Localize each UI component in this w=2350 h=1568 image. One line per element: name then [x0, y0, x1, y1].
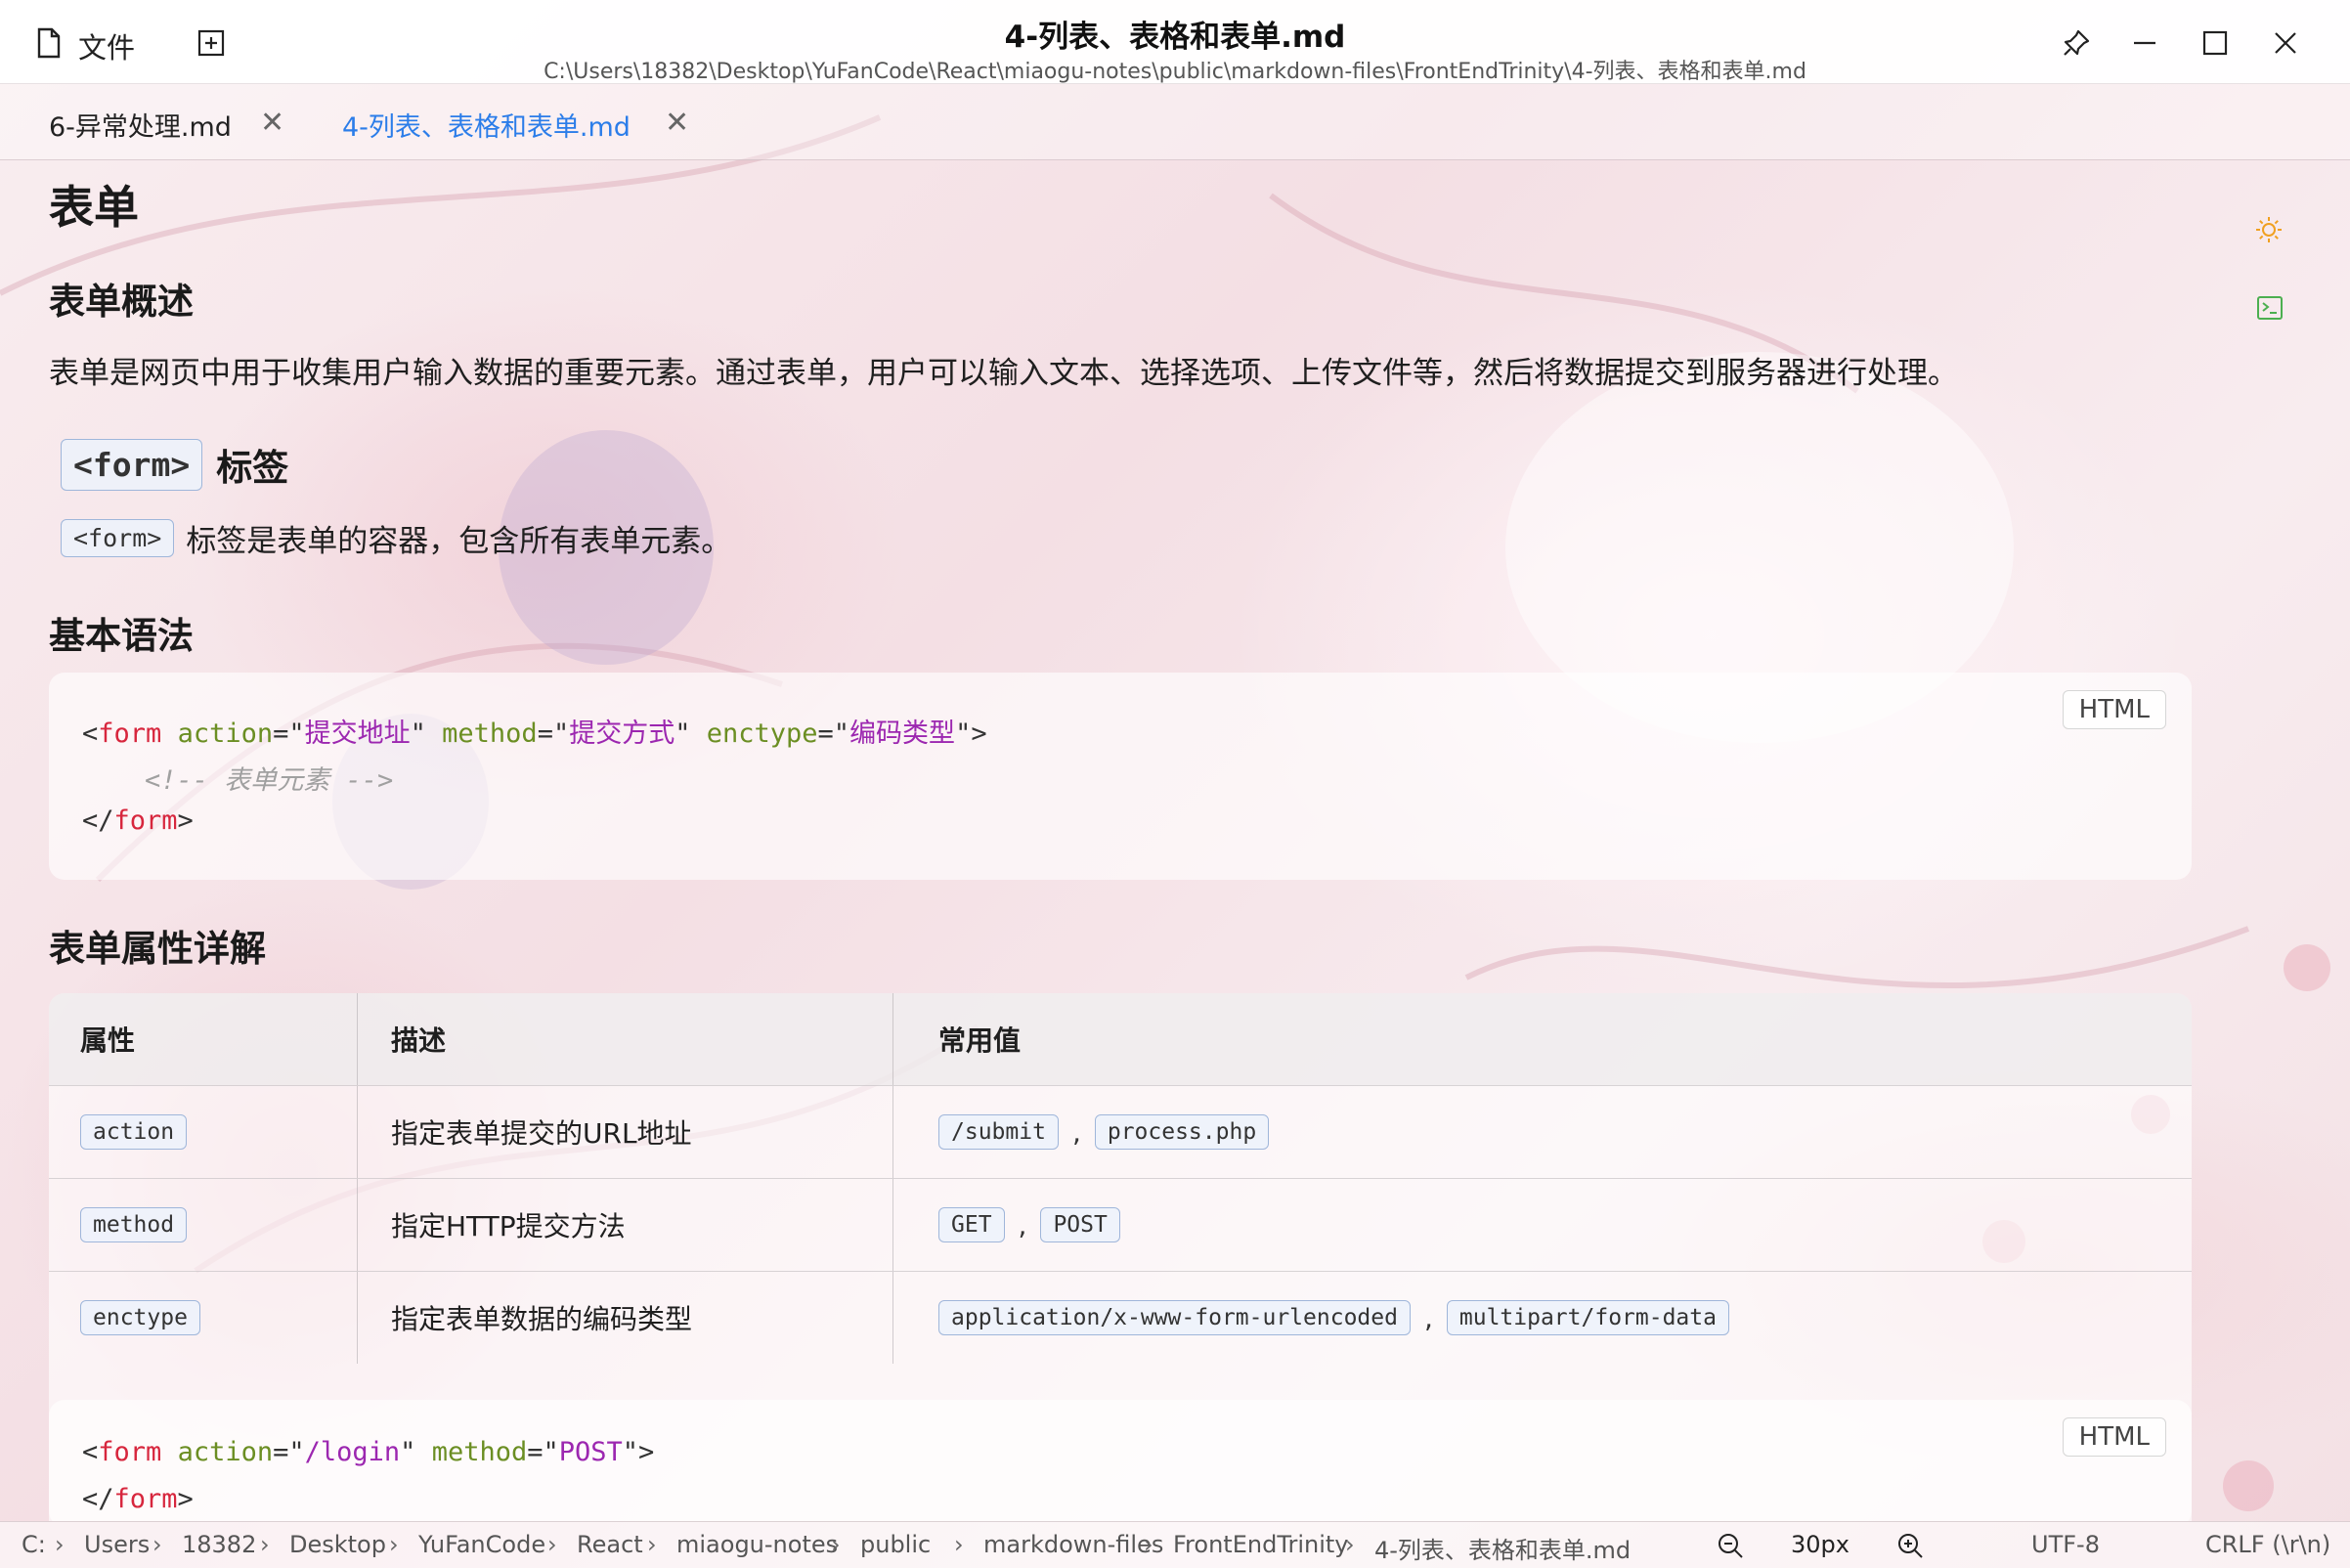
inline-code-form: <form> — [61, 438, 203, 491]
chevron-right-icon: › — [954, 1531, 964, 1558]
paragraph-overview: 表单是网页中用于收集用户输入数据的重要元素。通过表单，用户可以输入文本、选择选项… — [49, 356, 1958, 391]
heading-form-attributes: 表单属性详解 — [49, 928, 266, 970]
breadcrumb-item[interactable]: YuFanCode — [418, 1531, 545, 1558]
close-icon — [2275, 32, 2296, 54]
value-separator: , — [1423, 1301, 1433, 1334]
window-title: 4-列表、表格和表单.md — [1004, 20, 1346, 55]
maximize-button[interactable] — [2196, 23, 2235, 63]
table-cell-values: GET, POST — [893, 1179, 2192, 1271]
code-line: </form> — [82, 1484, 194, 1514]
encoding-indicator[interactable]: UTF-8 — [2031, 1531, 2100, 1558]
tab-bar: 6-异常处理.md ✕ 4-列表、表格和表单.md ✕ — [0, 84, 2350, 160]
inline-code-value: application/x-www-form-urlencoded — [938, 1300, 1411, 1335]
code-language-badge[interactable]: HTML — [2062, 1417, 2166, 1457]
table-row: enctype 指定表单数据的编码类型 application/x-www-form… — [49, 1271, 2192, 1364]
table-cell-description: 指定表单提交的URL地址 — [358, 1086, 893, 1178]
table-header-cell: 属性 — [49, 993, 358, 1085]
table-cell-values: application/x-www-form-urlencoded, multip… — [893, 1272, 2192, 1364]
inline-code-attribute: action — [80, 1114, 188, 1150]
chevron-right-icon: › — [647, 1531, 657, 1558]
maximize-icon — [2202, 30, 2228, 56]
tab-exception-handling[interactable]: 6-异常处理.md — [49, 106, 232, 144]
inline-code-attribute: enctype — [80, 1300, 200, 1335]
terminal-icon[interactable] — [2256, 295, 2284, 321]
tab-close-icon[interactable]: ✕ — [665, 106, 689, 140]
table-header-row: 属性 描述 常用值 — [49, 993, 2192, 1085]
heading-form-tag: <form> 标签 — [61, 438, 288, 491]
table-header-cell: 描述 — [358, 993, 893, 1085]
breadcrumb-item[interactable]: FrontEndTrinity — [1173, 1531, 1348, 1558]
heading-overview: 表单概述 — [49, 281, 194, 323]
chevron-right-icon: › — [831, 1531, 841, 1558]
file-path: C:\Users\18382\Desktop\YuFanCode\React\m… — [544, 60, 1806, 84]
breadcrumb-item[interactable]: React — [577, 1531, 643, 1558]
chevron-right-icon: › — [152, 1531, 162, 1558]
code-line: </form> — [82, 806, 194, 836]
markdown-content: 表单 表单概述 表单是网页中用于收集用户输入数据的重要元素。通过表单，用户可以输… — [0, 160, 2350, 1521]
breadcrumb-item[interactable]: miaogu-notes — [676, 1531, 838, 1558]
pin-button[interactable] — [2057, 23, 2096, 63]
breadcrumb-item[interactable]: Users — [84, 1531, 150, 1558]
heading-form-tag-text: 标签 — [216, 447, 289, 489]
zoom-out-icon[interactable] — [1717, 1532, 1744, 1559]
minimize-button[interactable] — [2125, 23, 2164, 63]
pin-icon — [2064, 29, 2090, 56]
tab-lists-tables-forms[interactable]: 4-列表、表格和表单.md — [342, 106, 631, 144]
inline-code-value: GET — [938, 1207, 1005, 1242]
breadcrumb-item[interactable]: C: — [22, 1531, 46, 1558]
paragraph-form-tag: <form> 标签是表单的容器，包含所有表单元素。 — [61, 516, 731, 560]
breadcrumb-item[interactable]: Desktop — [289, 1531, 386, 1558]
close-window-button[interactable] — [2266, 23, 2305, 63]
table-row: method 指定HTTP提交方法 GET, POST — [49, 1178, 2192, 1271]
zoom-in-icon[interactable] — [1896, 1532, 1924, 1559]
status-bar: C: › Users › 18382 › Desktop › YuFanCode › React › m… — [0, 1521, 2350, 1568]
zoom-level[interactable]: 30px — [1791, 1531, 1850, 1558]
chevron-right-icon: › — [1345, 1531, 1355, 1558]
table-cell-attribute: action — [49, 1086, 358, 1178]
value-separator: , — [1018, 1208, 1027, 1241]
inline-code-value: multipart/form-data — [1446, 1300, 1729, 1335]
table-cell-attribute: method — [49, 1179, 358, 1271]
code-comment: <!-- 表单元素 --> — [145, 765, 394, 796]
table-header-cell: 常用值 — [938, 1024, 1022, 1057]
title-bar: 文件 4-列表、表格和表单.md C:\Users\18382\Desktop\… — [0, 0, 2350, 84]
chevron-right-icon: › — [55, 1531, 65, 1558]
chevron-right-icon: › — [547, 1531, 557, 1558]
breadcrumb-item[interactable]: markdown-files — [983, 1531, 1163, 1558]
inline-code-form: <form> — [61, 519, 175, 557]
table-cell-values: /submit, process.php — [893, 1086, 2192, 1178]
breadcrumb-item[interactable]: public — [860, 1531, 931, 1558]
breadcrumb-item[interactable]: 18382 — [182, 1531, 256, 1558]
theme-sun-icon[interactable] — [2254, 215, 2284, 244]
breadcrumb-item[interactable]: 4-列表、表格和表单.md — [1374, 1531, 1631, 1565]
inline-code-attribute: method — [80, 1207, 188, 1242]
paragraph-form-tag-text: 标签是表单的容器，包含所有表单元素。 — [186, 524, 732, 559]
chevron-right-icon: › — [389, 1531, 399, 1558]
code-line: <form action="提交地址" method="提交方式" enctyp… — [82, 719, 987, 749]
inline-code-value: process.php — [1094, 1114, 1270, 1150]
chevron-right-icon: › — [260, 1531, 270, 1558]
code-line: <form action="/login" method="POST"> — [82, 1437, 655, 1467]
inline-code-value: /submit — [938, 1114, 1059, 1150]
table-cell-attribute: enctype — [49, 1272, 358, 1364]
heading-form: 表单 — [49, 181, 139, 234]
heading-basic-syntax: 基本语法 — [49, 615, 194, 657]
inline-code-value: POST — [1040, 1207, 1120, 1242]
value-separator: , — [1071, 1115, 1081, 1149]
tab-close-icon[interactable]: ✕ — [260, 106, 284, 140]
minimize-icon — [2134, 41, 2155, 45]
table-cell-description: 指定HTTP提交方法 — [358, 1179, 893, 1271]
line-ending-indicator[interactable]: CRLF (\r\n) — [2205, 1531, 2330, 1558]
code-block: HTML <form action="提交地址" method="提交方式" e… — [49, 673, 2192, 880]
code-block-login: HTML <form action="/login" method="POST"… — [49, 1400, 2192, 1521]
table-row: action 指定表单提交的URL地址/submit, process.php — [49, 1085, 2192, 1178]
code-language-badge[interactable]: HTML — [2062, 690, 2166, 729]
table-cell-description: 指定表单数据的编码类型 — [358, 1272, 893, 1364]
chevron-right-icon: › — [1144, 1531, 1153, 1558]
